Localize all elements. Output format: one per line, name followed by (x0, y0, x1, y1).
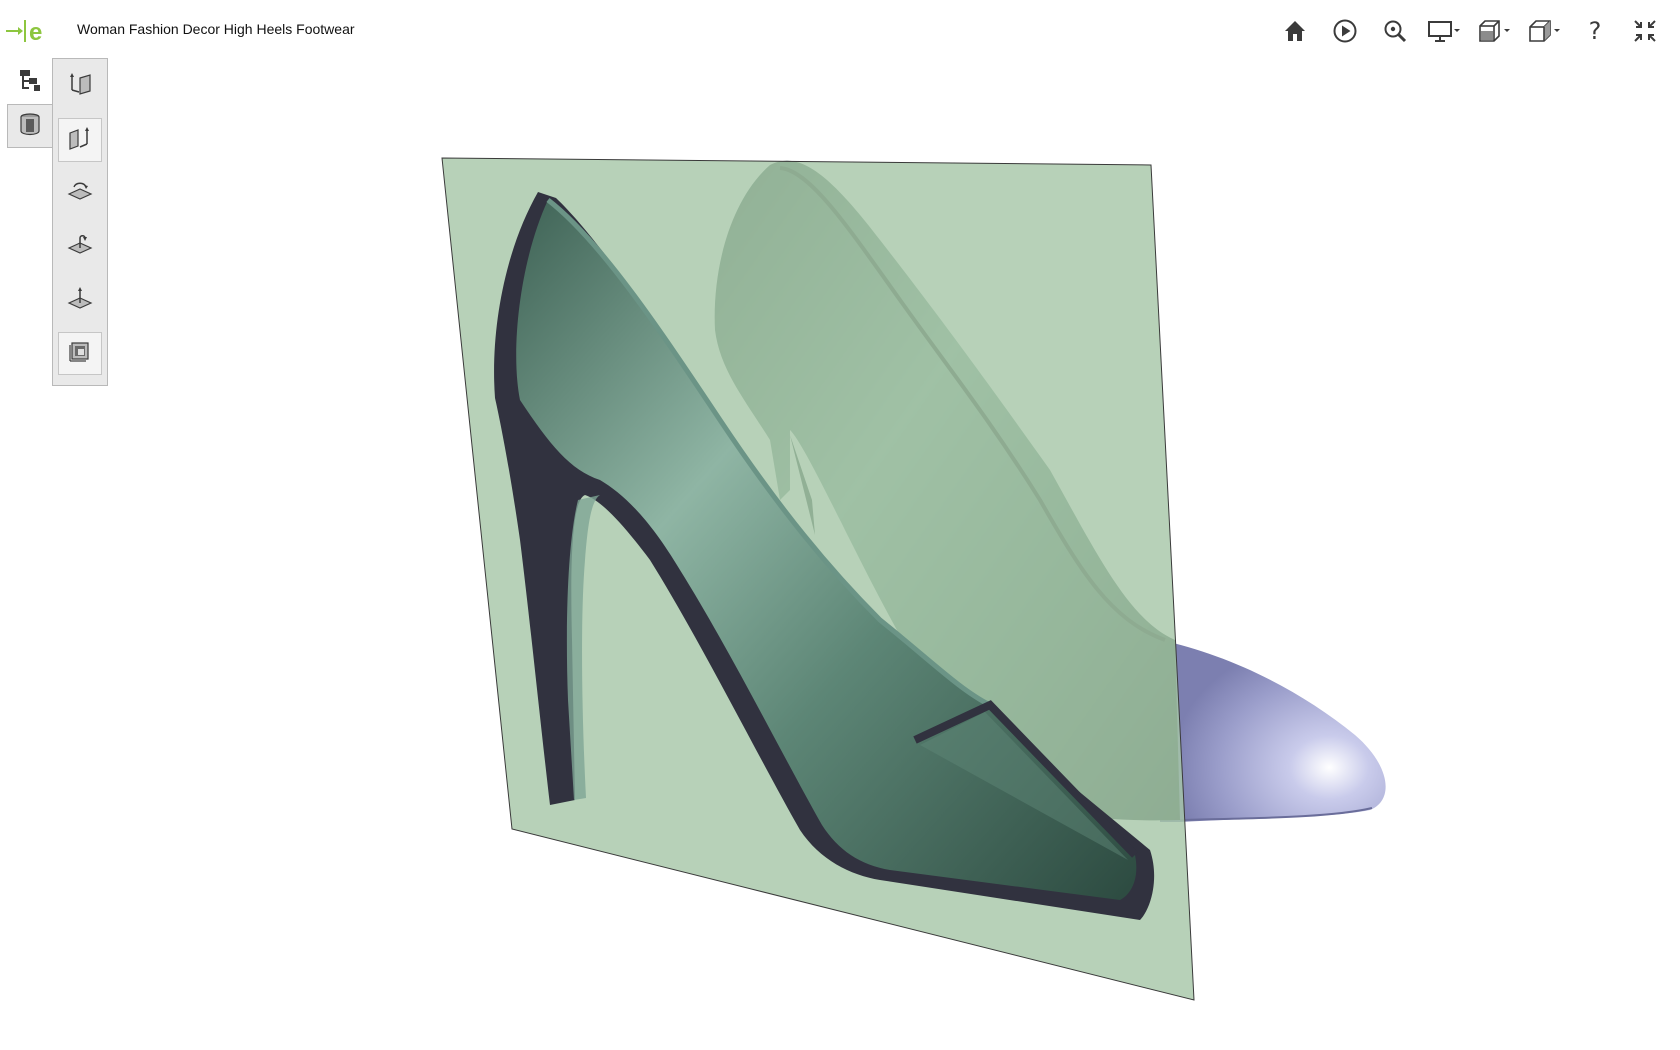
section-view-icon (1477, 18, 1513, 44)
zoom-to-fit-button[interactable] (1370, 14, 1420, 48)
section-plane-zx-button[interactable] (58, 172, 102, 215)
monitor-icon (1427, 18, 1463, 44)
cap-section-button[interactable] (58, 331, 102, 376)
cube-icon (1527, 18, 1563, 44)
view-orientation-button[interactable] (1520, 14, 1570, 48)
flip-plane-icon (66, 230, 94, 263)
svg-text:e: e (29, 19, 42, 46)
edrawings-viewer: e Woman Fashion Decor High Heels Footwea… (0, 0, 1680, 1050)
section-plane-yz-button[interactable] (58, 118, 102, 162)
home-button[interactable] (1270, 14, 1320, 48)
yz-plane-icon (66, 124, 94, 157)
help-icon: ? (1588, 17, 1602, 45)
edrawings-logo-icon: e (4, 14, 52, 48)
zoom-icon (1382, 18, 1408, 44)
play-animation-button[interactable] (1320, 14, 1370, 48)
flip-section-button[interactable] (58, 225, 102, 268)
home-icon (1282, 18, 1308, 44)
model-viewport[interactable] (0, 60, 1680, 1050)
model-tree-tab[interactable] (7, 60, 52, 104)
section-cylinder-icon (17, 111, 43, 142)
normal-plane-icon (66, 284, 94, 317)
top-toolbar: ? (1270, 14, 1670, 48)
display-style-button[interactable] (1420, 14, 1470, 48)
exit-fullscreen-button[interactable] (1620, 14, 1670, 48)
cap-icon (66, 337, 94, 370)
section-view-button[interactable] (1470, 14, 1520, 48)
play-icon (1332, 18, 1358, 44)
xy-plane-icon (66, 70, 94, 103)
side-tabs (7, 60, 53, 148)
section-plane-xy-button[interactable] (58, 65, 102, 108)
section-tools-panel (52, 58, 108, 386)
back-shoe-toe (1160, 640, 1386, 822)
section-tools-tab[interactable] (7, 104, 52, 148)
tree-icon (17, 67, 43, 98)
section-by-face-button[interactable] (58, 278, 102, 321)
collapse-icon (1632, 18, 1658, 44)
zx-plane-icon (66, 177, 94, 210)
document-title: Woman Fashion Decor High Heels Footwear (77, 21, 355, 37)
help-button[interactable]: ? (1570, 14, 1620, 48)
